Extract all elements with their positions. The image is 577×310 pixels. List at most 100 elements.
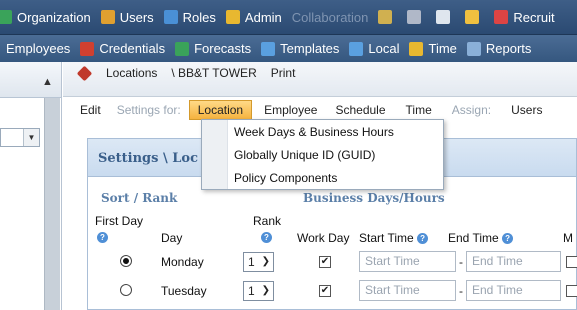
window-icon [436, 10, 451, 24]
nav-item-notes-icon[interactable] [465, 10, 484, 24]
print-button[interactable]: Print [271, 66, 296, 80]
nav-item-users[interactable]: Users [100, 9, 154, 25]
menu-item-week-days[interactable]: Week Days & Business Hours [234, 121, 394, 143]
left-pane: ▲ ▼ [0, 62, 62, 310]
end-time-input[interactable]: End Time [466, 251, 561, 272]
end-time-input[interactable]: End Time [466, 280, 561, 301]
toolbar: Locations \ BB&T TOWER Print [63, 62, 577, 84]
notes-icon [465, 10, 480, 24]
chevron-down-icon: ❯ [261, 256, 270, 267]
trailing-column-header: M [563, 231, 573, 245]
top-nav-bar: Organization Users Roles Admin Collaboration… [0, 0, 577, 35]
nav-item-collaboration[interactable]: Collaboration [292, 10, 369, 25]
nav-label: Reports [485, 41, 532, 56]
assign-label: Assign: [451, 103, 492, 117]
top-nav: Organization Users Roles Admin Collaboration… [0, 0, 565, 34]
collapse-up-icon[interactable]: ▲ [42, 76, 53, 88]
help-icon[interactable]: ? [502, 233, 514, 245]
calendar-icon [378, 10, 393, 24]
organization-icon [0, 10, 12, 24]
first-day-radio-monday[interactable] [120, 255, 132, 267]
menu-schedule[interactable]: Schedule [327, 100, 393, 120]
menu-item-policy-components[interactable]: Policy Components [234, 167, 337, 189]
nav-label: Templates [280, 41, 340, 56]
local-icon [349, 41, 364, 56]
nav-label: Roles [182, 9, 216, 25]
help-icon[interactable]: ? [97, 232, 108, 243]
rank-column-header: Rank [253, 214, 282, 228]
secondary-nav: Employees Credentials Forecasts Templates Lo… [6, 35, 541, 62]
rank-select[interactable]: 1 ❯ [243, 281, 274, 301]
end-time-column-header: End Time ? [448, 231, 514, 245]
locations-button[interactable]: Locations [106, 66, 157, 80]
help-icon[interactable]: ? [261, 232, 272, 243]
menu-item-guid[interactable]: Globally Unique ID (GUID) [234, 144, 375, 166]
toolbar-area: Locations \ BB&T TOWER Print [63, 62, 577, 97]
nav-label: Employees [6, 41, 71, 56]
work-day-checkbox[interactable]: ✔ [319, 256, 331, 268]
page-title: Settings \ Loc [98, 151, 198, 166]
chevron-down-icon: ❯ [261, 285, 270, 296]
work-day-checkbox[interactable]: ✔ [319, 285, 331, 297]
rank-select[interactable]: 1 ❯ [243, 252, 274, 272]
secondary-nav-bar: Employees Credentials Forecasts Templates Lo… [0, 35, 577, 62]
menu-employee[interactable]: Employee [256, 100, 325, 120]
business-days-heading: Business Days/Hours [303, 191, 445, 205]
menu-location[interactable]: Location [188, 100, 253, 120]
chevron-down-icon[interactable]: ▼ [23, 129, 39, 146]
trailing-checkbox[interactable] [566, 256, 577, 268]
menu-gutter [202, 120, 228, 189]
roles-icon [163, 10, 178, 24]
nav-item-reports[interactable]: Reports [466, 41, 532, 56]
nav-label: Local [368, 41, 400, 56]
nav-label: Forecasts [194, 41, 252, 56]
menu-bar: Edit Settings for: Location Employee Sch… [72, 99, 577, 121]
nav-item-recruit[interactable]: Recruit [494, 9, 555, 25]
users-icon [100, 10, 115, 24]
start-time-input[interactable]: Start Time [359, 251, 456, 272]
templates-icon [261, 41, 276, 56]
left-pane-select[interactable]: ▼ [0, 128, 40, 147]
location-dropdown-menu: Week Days & Business Hours Globally Uniq… [201, 119, 444, 190]
reports-icon [466, 41, 481, 56]
sort-rank-heading: Sort / Rank [101, 191, 178, 205]
nav-item-local[interactable]: Local [349, 41, 399, 56]
nav-label: Users [119, 9, 154, 25]
nav-item-roles[interactable]: Roles [163, 9, 216, 25]
day-label: Tuesday [161, 284, 207, 298]
nav-item-calendar-icon[interactable] [378, 10, 397, 24]
day-column-header: Day [161, 231, 183, 245]
forecasts-icon [175, 41, 190, 56]
start-time-column-header: Start Time ? [359, 231, 429, 245]
trailing-checkbox[interactable] [566, 285, 577, 297]
first-day-label: First Day [95, 214, 143, 228]
nav-item-employees[interactable]: Employees [6, 41, 70, 56]
start-time-input[interactable]: Start Time [359, 280, 456, 301]
day-label: Monday [161, 255, 204, 269]
menu-edit[interactable]: Edit [72, 100, 109, 120]
nav-label: Organization [17, 9, 91, 25]
nav-item-tools-icon[interactable] [407, 10, 426, 24]
tools-icon [407, 10, 422, 24]
first-day-radio-tuesday[interactable] [120, 284, 132, 296]
admin-icon [225, 10, 240, 24]
nav-item-credentials[interactable]: Credentials [80, 41, 165, 56]
nav-label: Recruit [513, 9, 555, 25]
menu-users[interactable]: Users [503, 100, 550, 120]
breadcrumb[interactable]: \ BB&T TOWER [171, 66, 256, 80]
nav-item-window-icon[interactable] [436, 10, 455, 24]
settings-for-label: Settings for: [116, 103, 181, 117]
nav-item-organization[interactable]: Organization [0, 10, 91, 25]
time-separator: - [459, 255, 463, 269]
nav-item-time[interactable]: Time [409, 41, 457, 56]
menu-time[interactable]: Time [398, 100, 440, 120]
work-day-column-header: Work Day [297, 231, 350, 245]
left-pane-scrollbar[interactable] [44, 98, 60, 310]
help-icon[interactable]: ? [417, 233, 429, 245]
nav-item-forecasts[interactable]: Forecasts [175, 41, 251, 56]
location-pin-icon [76, 65, 93, 81]
nav-item-admin[interactable]: Admin [225, 10, 282, 25]
time-separator: - [459, 284, 463, 298]
nav-item-templates[interactable]: Templates [261, 41, 339, 56]
time-icon [409, 41, 424, 56]
